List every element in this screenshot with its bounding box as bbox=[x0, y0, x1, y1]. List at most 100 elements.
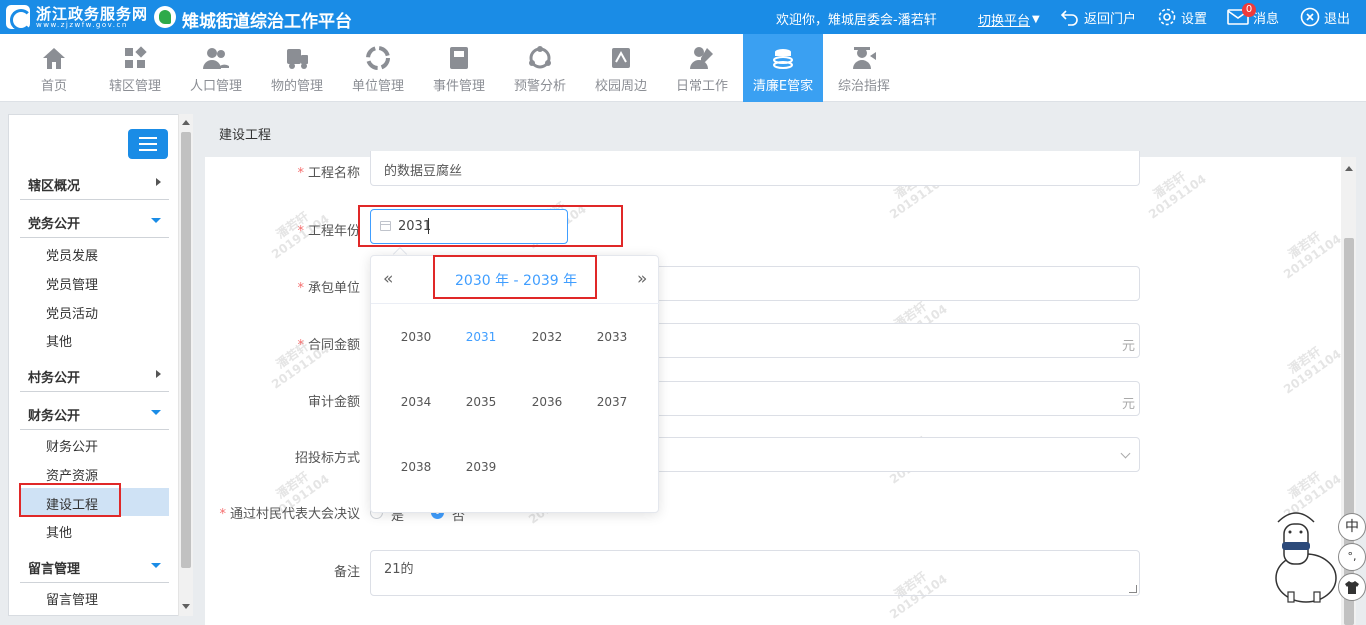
sidebar-section-finance[interactable]: 财务公开 bbox=[20, 394, 169, 430]
remark-label: 备注 bbox=[333, 565, 360, 580]
nav-population[interactable]: 人口管理 bbox=[176, 34, 256, 102]
chevron-down-icon bbox=[151, 563, 161, 568]
platform-name: 雉城街道综治工作平台 bbox=[182, 12, 352, 32]
year-cell-current[interactable]: 2031 bbox=[451, 330, 511, 344]
pen-user-icon bbox=[690, 47, 713, 69]
platform-logo-icon bbox=[154, 6, 176, 28]
resize-handle-icon[interactable] bbox=[1129, 585, 1137, 593]
contract-amount-label: * 合同金额 bbox=[297, 338, 360, 353]
messages-label: 消息 bbox=[1253, 11, 1280, 27]
logout-label: 退出 bbox=[1324, 11, 1351, 27]
settings-label: 设置 bbox=[1181, 11, 1208, 27]
switch-platform-button[interactable]: 切换平台 ▼ bbox=[978, 8, 1040, 30]
remark-textarea[interactable]: 21的 bbox=[370, 550, 1140, 596]
project-name-input[interactable]: 的数据豆腐丝 bbox=[370, 151, 1140, 186]
welcome-text: 欢迎你，雉城居委会-潘若轩 bbox=[776, 13, 937, 28]
close-circle-icon bbox=[1300, 7, 1320, 27]
stack-icon bbox=[773, 49, 793, 69]
message-count-badge: 0 bbox=[1242, 3, 1256, 17]
project-year-label: * 工程年份 bbox=[297, 224, 360, 239]
chevron-down-icon bbox=[1120, 448, 1131, 459]
commander-icon bbox=[853, 47, 876, 69]
prev-decade-button[interactable]: « bbox=[383, 269, 393, 289]
nav-events[interactable]: 事件管理 bbox=[419, 34, 499, 102]
sidebar-item-party-development[interactable]: 党员发展 bbox=[20, 239, 169, 267]
home-icon bbox=[43, 48, 65, 69]
year-cell[interactable]: 2035 bbox=[451, 395, 511, 409]
scroll-up-icon[interactable] bbox=[182, 120, 190, 125]
scroll-down-icon[interactable] bbox=[182, 604, 190, 609]
resolution-label: * 通过村民代表大会决议 bbox=[219, 507, 360, 522]
sidebar-section-messages[interactable]: 留言管理 bbox=[20, 547, 169, 583]
top-bar: 浙江政务服务网 www.zjzwfw.gov.cn 雉城街道综治工作平台 欢迎你… bbox=[0, 0, 1366, 34]
currency-suffix: 元 bbox=[1121, 397, 1135, 412]
year-cell[interactable]: 2030 bbox=[386, 330, 446, 344]
org-icon bbox=[366, 46, 390, 70]
logout-button[interactable]: 退出 bbox=[1300, 6, 1350, 28]
back-portal-button[interactable]: 返回门户 bbox=[1060, 6, 1136, 28]
year-cell[interactable]: 2037 bbox=[582, 395, 642, 409]
hamburger-icon bbox=[139, 137, 157, 139]
punctuation-toggle-button[interactable]: °, bbox=[1338, 543, 1366, 571]
gear-icon bbox=[1158, 8, 1176, 26]
chevron-right-icon bbox=[156, 370, 161, 378]
sidebar-item-party-management[interactable]: 党员管理 bbox=[20, 268, 169, 296]
nav-objects[interactable]: 物的管理 bbox=[257, 34, 337, 102]
menu-toggle-button[interactable] bbox=[128, 129, 168, 159]
switch-platform-label: 切换平台 bbox=[978, 13, 1031, 29]
nav-campus[interactable]: 校园周边 bbox=[581, 34, 661, 102]
chevron-down-icon bbox=[151, 410, 161, 415]
sidebar-section-party[interactable]: 党务公开 bbox=[20, 202, 169, 238]
grid-icon bbox=[125, 46, 147, 68]
audit-amount-label: 审计金额 bbox=[307, 395, 360, 410]
highlight-box-construction bbox=[19, 483, 121, 517]
next-decade-button[interactable]: » bbox=[637, 269, 647, 289]
sidebar-section-district[interactable]: 辖区概况 bbox=[20, 164, 169, 200]
sidebar-scroll-thumb[interactable] bbox=[181, 132, 191, 568]
book-icon bbox=[450, 47, 468, 69]
chevron-right-icon bbox=[156, 178, 161, 186]
main-nav: 首页 辖区管理 人口管理 物的管理 单位管理 事件管理 预警分析 校园周边 日常… bbox=[0, 34, 1366, 102]
shirt-icon bbox=[1345, 581, 1359, 594]
gov-logo-icon bbox=[6, 5, 32, 31]
nav-district[interactable]: 辖区管理 bbox=[95, 34, 175, 102]
people-icon bbox=[203, 48, 229, 69]
bidding-method-label: 招投标方式 bbox=[294, 451, 360, 466]
currency-suffix: 元 bbox=[1121, 339, 1135, 354]
sidebar-section-village[interactable]: 村务公开 bbox=[20, 356, 169, 392]
scroll-up-icon[interactable] bbox=[1345, 166, 1353, 171]
year-cell[interactable]: 2036 bbox=[517, 395, 577, 409]
year-cell[interactable]: 2033 bbox=[582, 330, 642, 344]
nav-command[interactable]: 综治指挥 bbox=[824, 34, 904, 102]
alpaca-mascot-icon[interactable] bbox=[1266, 506, 1338, 606]
skin-button[interactable] bbox=[1338, 573, 1366, 601]
year-cell[interactable]: 2034 bbox=[386, 395, 446, 409]
chevron-down-icon bbox=[151, 218, 161, 223]
truck-icon bbox=[287, 49, 308, 69]
watermark: 潘若轩20191104 bbox=[1146, 169, 1209, 222]
contractor-label: * 承包单位 bbox=[297, 281, 360, 296]
highlight-box-year-input bbox=[358, 205, 623, 247]
nav-warning[interactable]: 预警分析 bbox=[500, 34, 580, 102]
year-cell[interactable]: 2038 bbox=[386, 460, 446, 474]
year-cell[interactable]: 2032 bbox=[517, 330, 577, 344]
sidebar-item-party-other[interactable]: 其他 bbox=[20, 325, 169, 353]
chevron-down-icon: ▼ bbox=[1032, 13, 1040, 25]
watermark: 潘若轩20191104 bbox=[1281, 229, 1341, 282]
project-name-label: * 工程名称 bbox=[297, 166, 360, 181]
ime-widget: 中 °, bbox=[1338, 510, 1366, 610]
sidebar: 辖区概况 党务公开 党员发展 党员管理 党员活动 其他 村务公开 财务公开 财务… bbox=[8, 114, 193, 616]
sidebar-item-finance-other[interactable]: 其他 bbox=[20, 516, 169, 544]
language-toggle-button[interactable]: 中 bbox=[1338, 513, 1366, 541]
year-cell[interactable]: 2039 bbox=[451, 460, 511, 474]
return-icon bbox=[1060, 10, 1078, 26]
sidebar-item-message-management[interactable]: 留言管理 bbox=[20, 583, 169, 611]
sidebar-item-finance-public[interactable]: 财务公开 bbox=[20, 430, 169, 458]
nav-daily-work[interactable]: 日常工作 bbox=[662, 34, 742, 102]
settings-button[interactable]: 设置 bbox=[1157, 6, 1207, 28]
nav-home[interactable]: 首页 bbox=[14, 34, 94, 102]
nav-organizations[interactable]: 单位管理 bbox=[338, 34, 418, 102]
gov-url: www.zjzwfw.gov.cn bbox=[36, 21, 128, 29]
nav-integrity[interactable]: 清廉E管家 bbox=[743, 34, 823, 102]
sidebar-item-party-activity[interactable]: 党员活动 bbox=[20, 297, 169, 325]
